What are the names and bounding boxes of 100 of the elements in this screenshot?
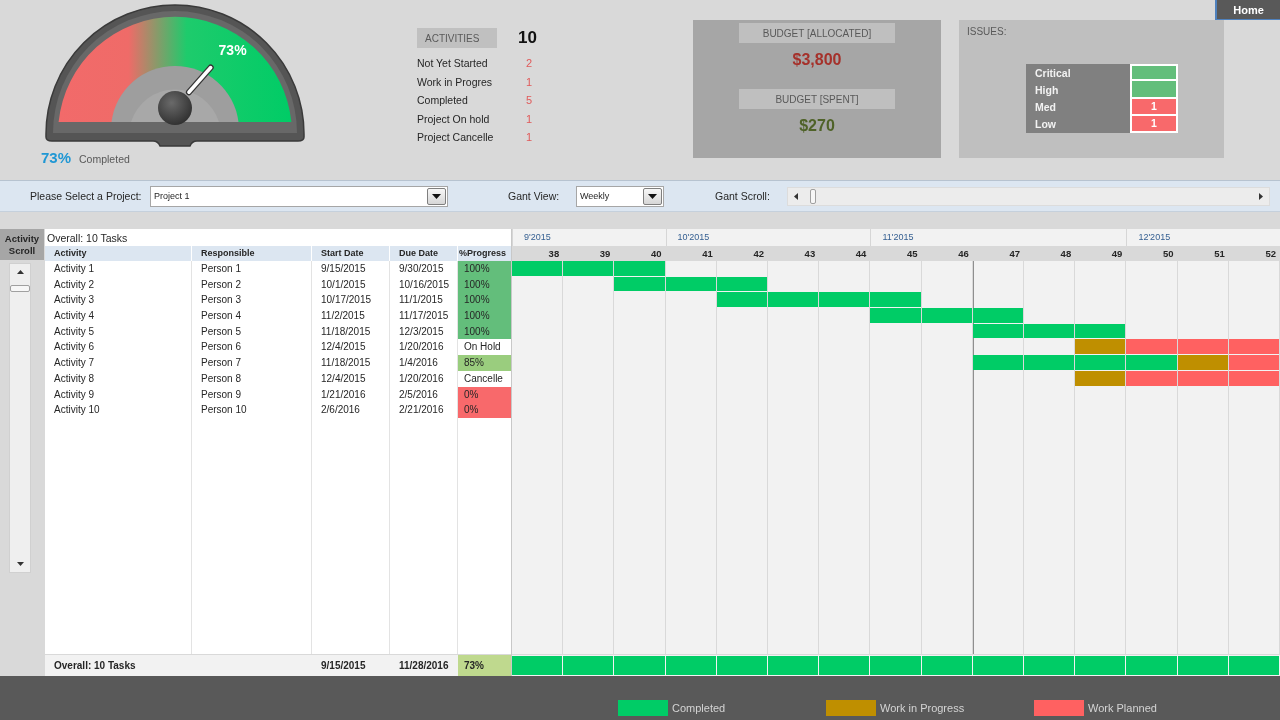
progress-cell: 100% <box>458 308 511 324</box>
table-cell: Person 4 <box>192 308 312 324</box>
table-cell: 10/1/2015 <box>312 276 390 293</box>
summary-bar <box>512 656 563 675</box>
week-number: 45 <box>906 247 919 261</box>
week-number: 44 <box>854 247 868 261</box>
scrollbar-thumb[interactable] <box>810 188 816 204</box>
summary-cell-text: 11/28/2016 <box>398 659 450 673</box>
gantt-bar <box>972 355 1023 370</box>
week-number: 38 <box>547 247 561 261</box>
dropdown-button[interactable] <box>643 187 662 205</box>
progress-cell: 100% <box>458 292 511 309</box>
gantt-bar <box>1075 370 1126 386</box>
summary-cell-text: 9/15/2015 <box>320 659 367 673</box>
summary-bar <box>563 656 614 675</box>
table-cell: 2/6/2016 <box>312 402 390 418</box>
activity-status-label: Not Yet Started <box>417 57 489 70</box>
table-cell: Person 3 <box>192 292 312 309</box>
gantt-bar <box>768 292 819 308</box>
week-number: 52 <box>1264 247 1277 261</box>
project-dropdown[interactable]: Project 1 <box>150 185 448 207</box>
summary-bar <box>972 656 1023 675</box>
week-number: 40 <box>650 247 663 261</box>
summary-bar <box>1228 656 1279 675</box>
activity-status-count: 1 <box>524 131 534 144</box>
table-cell: Activity 10 <box>45 402 192 418</box>
summary-bar <box>614 656 665 675</box>
gantt-bar <box>1024 355 1075 370</box>
table-cell: 11/2/2015 <box>312 308 390 324</box>
column-header: Responsible <box>192 246 312 261</box>
activities-total: 10 <box>518 28 537 48</box>
table-cell: Activity 6 <box>45 339 192 356</box>
activity-scrollbar[interactable] <box>9 263 31 573</box>
table-cell: 1/21/2016 <box>312 386 390 403</box>
project-label: Please Select a Project: <box>30 190 143 202</box>
column-header: Due Date <box>390 246 458 261</box>
progress-cell: 0% <box>458 402 511 418</box>
activity-status-label: Project Cancelle <box>417 131 495 144</box>
gantt-bar <box>1075 323 1126 339</box>
activity-scroll-header: Activity Scroll <box>0 229 44 260</box>
gantt-bar <box>1177 370 1228 386</box>
table-cell: Person 10 <box>192 402 312 418</box>
column-header: %Progress <box>458 246 511 261</box>
column-header: Start Date <box>312 246 390 261</box>
gantt-bar <box>1228 355 1279 370</box>
table-cell: 9/15/2015 <box>312 261 390 277</box>
gantt-bar <box>972 308 1023 323</box>
table-cell: Activity 1 <box>45 261 192 277</box>
progress-cell-text: Cancelle <box>463 371 504 386</box>
overall-summary: Overall: 10 Tasks <box>47 231 128 244</box>
table-cell: Activity 4 <box>45 308 192 324</box>
table-cell: Person 6 <box>192 339 312 356</box>
legend-label: Work in Progress <box>880 702 965 714</box>
table-cell: Activity 7 <box>45 355 192 371</box>
gantt-bar <box>921 308 972 323</box>
activity-status-count: 5 <box>524 94 534 107</box>
gantt-bar <box>614 261 665 276</box>
progress-cell: 85% <box>458 355 511 371</box>
budget-label: BUDGET [SPENT] <box>739 89 895 109</box>
gantt-bar <box>1075 355 1126 370</box>
summary-bar <box>665 656 716 675</box>
table-cell: Activity 5 <box>45 323 192 340</box>
table-cell: 12/4/2015 <box>312 370 390 387</box>
table-cell: Person 7 <box>192 355 312 371</box>
week-number: 49 <box>1110 247 1124 261</box>
completion-percent: 73% <box>41 149 72 166</box>
week-number: 47 <box>1008 247 1021 261</box>
progress-cell: 0% <box>458 386 511 403</box>
table-cell: Person 8 <box>192 370 312 387</box>
caret-right-icon <box>1259 192 1263 200</box>
week-number: 51 <box>1213 247 1226 261</box>
activity-status-count: 1 <box>524 75 534 88</box>
table-cell: 10/17/2015 <box>312 292 390 309</box>
issues-title: ISSUES: <box>967 26 1007 38</box>
gantt-bar <box>972 323 1023 339</box>
dropdown-button[interactable] <box>427 187 446 205</box>
budget-value: $3,800 <box>792 50 842 70</box>
gantt-bar <box>1177 339 1228 355</box>
gantt-scrollbar[interactable] <box>787 186 1270 206</box>
gantt-bar <box>1024 323 1075 339</box>
table-cell: Activity 2 <box>45 276 192 293</box>
home-button[interactable]: Home <box>1215 0 1280 20</box>
table-cell: 11/18/2015 <box>312 355 390 371</box>
legend-swatch-icon <box>618 700 668 716</box>
table-cell: Activity 9 <box>45 386 192 403</box>
caret-down-icon <box>432 193 441 199</box>
budget-value: $270 <box>799 116 835 136</box>
activity-status-label: Project On hold <box>417 112 491 125</box>
gantt-bar <box>1075 339 1126 355</box>
issue-label: Critical <box>1026 64 1130 82</box>
table-cell: 12/4/2015 <box>312 339 390 356</box>
gantt-bar <box>870 292 921 308</box>
view-dropdown[interactable]: Weekly <box>576 185 664 207</box>
scrollbar-thumb[interactable] <box>10 285 30 292</box>
legend-swatch-icon <box>826 700 876 716</box>
table-cell: Person 1 <box>192 261 312 277</box>
gantt-bar <box>563 261 614 276</box>
week-number: 46 <box>957 247 970 261</box>
summary-bar <box>716 656 767 675</box>
caret-up-icon <box>16 270 24 274</box>
